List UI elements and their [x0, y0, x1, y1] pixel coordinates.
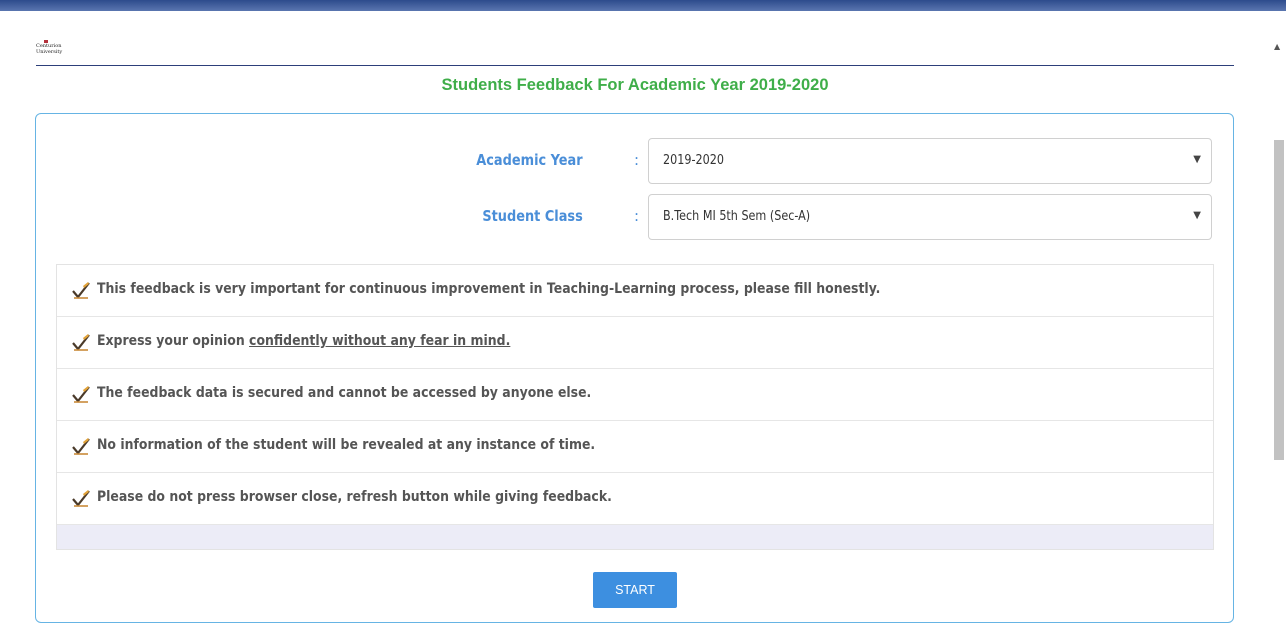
- student-class-select[interactable]: B.Tech MI 5th Sem (Sec-A) ▼: [648, 194, 1212, 240]
- note-text: The feedback data is secured and cannot …: [97, 385, 592, 401]
- university-logo: Centurion University: [36, 40, 63, 62]
- academic-year-select[interactable]: 2019-2020 ▼: [648, 138, 1212, 184]
- note-text: Express your opinion confidently without…: [97, 333, 510, 349]
- note-text-plain: Express your opinion: [97, 333, 250, 349]
- instructions-list: This feedback is very important for cont…: [56, 264, 1214, 550]
- student-class-row: Student Class : B.Tech MI 5th Sem (Sec-A…: [36, 194, 1235, 240]
- feedback-panel: Academic Year : 2019-2020 ▼ Student Clas…: [35, 113, 1234, 623]
- page-header: Centurion University: [36, 40, 1234, 66]
- note-text: Please do not press browser close, refre…: [97, 489, 612, 505]
- notes-footer: [57, 525, 1213, 549]
- logo-text-line2: University: [36, 49, 63, 55]
- student-class-label: Student Class: [482, 207, 583, 225]
- note-text: No information of the student will be re…: [97, 437, 596, 453]
- academic-year-label: Academic Year: [476, 151, 583, 169]
- academic-year-colon: :: [634, 151, 640, 169]
- note-text: This feedback is very important for cont…: [97, 281, 881, 297]
- list-item: The feedback data is secured and cannot …: [57, 369, 1213, 421]
- scroll-thumb[interactable]: [1274, 140, 1284, 460]
- academic-year-row: Academic Year : 2019-2020 ▼: [36, 138, 1235, 184]
- start-button[interactable]: START: [593, 572, 677, 608]
- student-class-colon: :: [634, 207, 640, 225]
- academic-year-value: 2019-2020: [663, 153, 724, 168]
- caret-down-icon: ▼: [1193, 210, 1201, 221]
- list-item: No information of the student will be re…: [57, 421, 1213, 473]
- list-item: Please do not press browser close, refre…: [57, 473, 1213, 525]
- list-item: This feedback is very important for cont…: [57, 265, 1213, 317]
- list-item: Express your opinion confidently without…: [57, 317, 1213, 369]
- scrollbar[interactable]: ▲: [1270, 40, 1286, 609]
- checkmark-pencil-icon: [72, 334, 90, 351]
- note-text-underlined: confidently without any fear in mind.: [249, 333, 511, 349]
- top-bar: [0, 0, 1286, 11]
- checkmark-pencil-icon: [72, 386, 90, 403]
- checkmark-pencil-icon: [72, 438, 90, 455]
- checkmark-pencil-icon: [72, 490, 90, 507]
- checkmark-pencil-icon: [72, 282, 90, 299]
- scroll-up-arrow-icon[interactable]: ▲: [1274, 42, 1280, 51]
- page-title: Students Feedback For Academic Year 2019…: [441, 76, 829, 94]
- caret-down-icon: ▼: [1193, 154, 1201, 165]
- student-class-value: B.Tech MI 5th Sem (Sec-A): [663, 209, 811, 224]
